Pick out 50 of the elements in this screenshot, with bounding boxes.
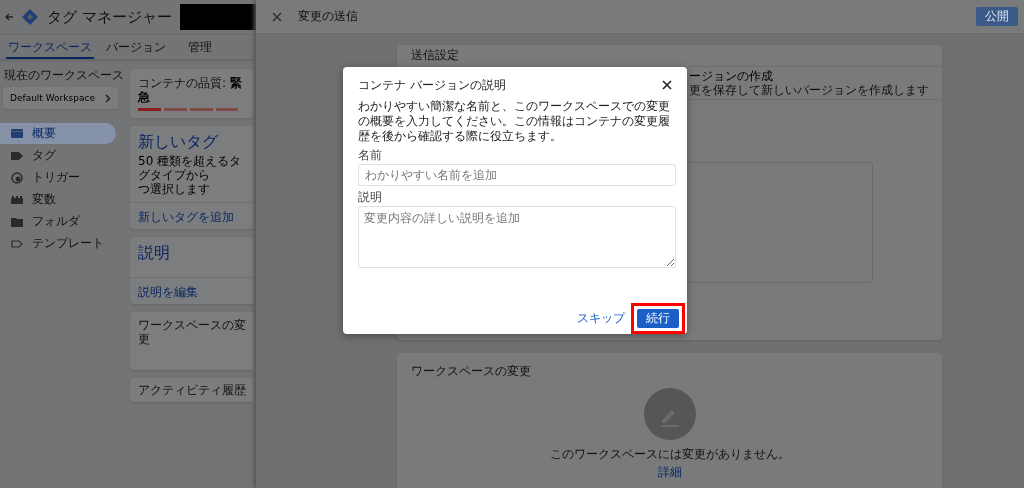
pencil-icon — [643, 388, 696, 440]
dialog-title: コンテナ バージョンの説明 — [358, 76, 506, 94]
app-title: タグ マネージャー — [47, 7, 172, 27]
card-title: アクティビティ履歴 — [138, 383, 247, 397]
nav-item[interactable]: 変数 — [0, 189, 116, 210]
version-option[interactable]: ージョンの作成 更を保存して新しいバージョンを作成します — [689, 66, 942, 100]
field-label: 名前 — [358, 148, 383, 162]
folder-icon — [11, 215, 23, 228]
details-link[interactable]: 詳細 — [657, 465, 682, 479]
option-description: 更を保存して新しいバージョンを作成します — [689, 83, 930, 97]
close-icon — [272, 11, 282, 22]
tag-icon — [11, 149, 23, 162]
back-arrow-icon — [5, 13, 13, 21]
diamond-logo-icon — [21, 8, 39, 26]
card-title: 送信設定 — [410, 47, 460, 64]
blocks-icon — [11, 193, 23, 206]
description-field[interactable]: 変更内容の詳しい説明を追加 — [358, 206, 676, 268]
edit-description-link[interactable]: 説明を編集 — [138, 285, 198, 299]
nav-item[interactable]: トリガー — [0, 167, 116, 188]
nav-item[interactable]: 概要 — [0, 123, 116, 144]
option-title: ージョンの作成 — [689, 69, 774, 83]
tab[interactable]: ワークスペース — [6, 35, 94, 59]
dialog-description: わかりやすい簡潔な名前と、このワークスペースでの変更の概要を入力してください。この情報はコンテナの変更履歴を後から確認する際に役立ちます。 — [357, 99, 671, 144]
workspace-label: 現在のワークスペース — [3, 67, 125, 84]
nav-item[interactable]: タグ — [0, 145, 116, 166]
nav-item[interactable]: テンプレート — [0, 233, 116, 254]
tab[interactable]: 管理 — [186, 35, 214, 59]
close-icon — [662, 80, 672, 90]
card-description: 50 種類を超えるタグタイプから — [138, 154, 243, 182]
target-icon — [11, 171, 23, 184]
publish-button[interactable]: 公開 — [976, 7, 1018, 26]
panel-title: 変更の送信 — [298, 8, 358, 25]
field-label: 説明 — [358, 190, 383, 204]
chevron-right-icon — [105, 93, 111, 103]
dashboard-icon — [11, 127, 23, 140]
skip-button[interactable]: スキップ — [574, 308, 628, 329]
label-outline-icon — [11, 237, 23, 250]
name-field[interactable]: わかりやすい名前を追加 — [358, 164, 676, 186]
workspace-selector[interactable]: Default Workspace — [3, 87, 118, 109]
card-title: 説明 — [138, 243, 171, 263]
card-title: ワークスペースの変更 — [138, 318, 247, 346]
empty-message: このワークスペースには変更がありません。 — [549, 446, 790, 463]
quality-text: コンテナの品質: 緊急 — [138, 76, 243, 104]
nav-item[interactable]: フォルダ — [0, 211, 116, 232]
tab[interactable]: バージョン — [104, 35, 168, 59]
card-description: つ選択します — [138, 182, 211, 196]
continue-button[interactable]: 続行 — [637, 309, 679, 328]
add-tag-link[interactable]: 新しいタグを追加 — [138, 210, 234, 224]
card-title: 新しいタグ — [138, 132, 219, 152]
card-title: ワークスペースの変更 — [410, 363, 532, 380]
